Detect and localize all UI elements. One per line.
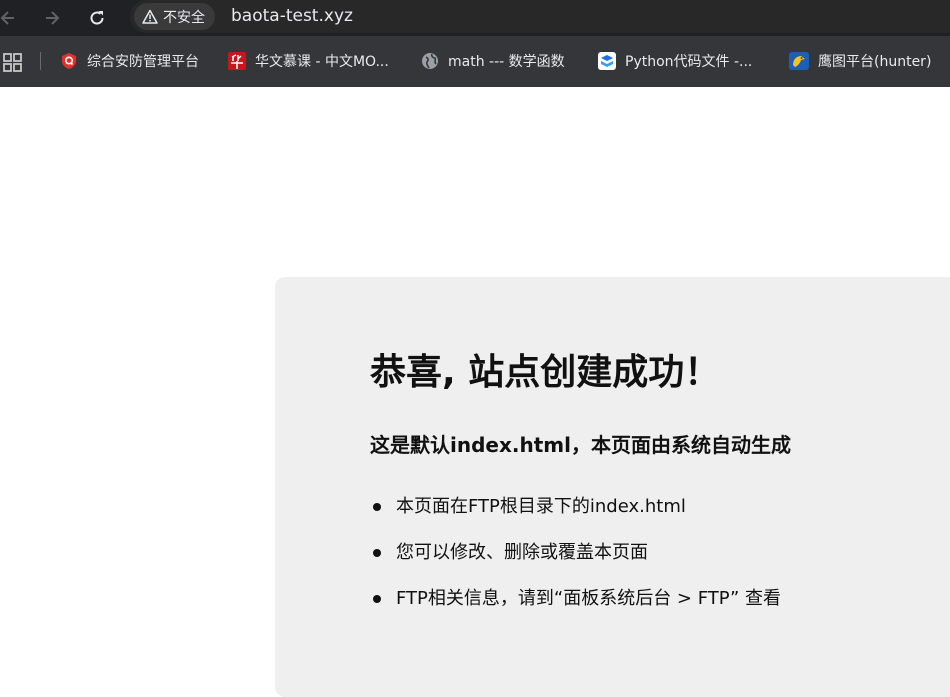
globe-icon <box>421 52 439 70</box>
content-card <box>275 277 950 697</box>
bookmark-label: 鹰图平台(hunter) <box>818 54 932 70</box>
security-label: 不安全 <box>163 9 205 26</box>
huawen-mooc-icon <box>228 52 246 70</box>
bookmark-math[interactable]: math --- 数学函数 <box>421 49 565 73</box>
bullet-icon <box>373 503 381 511</box>
bookmark-label: 华文慕课 - 中文MO... <box>255 54 389 70</box>
forward-arrow-icon <box>46 11 60 25</box>
reload-button[interactable] <box>83 4 111 32</box>
browser-toolbar: 不安全 baota-test.xyz <box>0 0 950 36</box>
bookmark-huawen-mooc[interactable]: 华文慕课 - 中文MO... <box>228 49 389 73</box>
bookmark-python-doc[interactable]: Python代码文件 -... <box>598 49 752 73</box>
security-chip[interactable]: 不安全 <box>134 3 215 30</box>
bookmark-label: math --- 数学函数 <box>448 54 565 70</box>
back-arrow-icon <box>0 11 14 25</box>
bullet-icon <box>373 549 381 557</box>
page-subtitle: 这是默认index.html，本页面由系统自动生成 <box>370 433 791 457</box>
list-item-text: FTP相关信息，请到“面板系统后台 > FTP” 查看 <box>396 588 782 609</box>
list-item: 本页面在FTP根目录下的index.html <box>370 492 781 538</box>
page-title: 恭喜, 站点创建成功！ <box>370 352 721 393</box>
address-bar[interactable]: 不安全 baota-test.xyz <box>130 0 950 33</box>
bookmarks-bar: 综合安防管理平台 华文慕课 - 中文MO... math --- 数学函数 Py… <box>0 36 950 87</box>
bookmarks-divider <box>40 52 41 70</box>
back-button[interactable] <box>0 4 22 32</box>
warning-icon <box>142 9 158 25</box>
reload-icon <box>90 11 104 25</box>
bookmark-hunter[interactable]: 鹰图平台(hunter) <box>789 49 931 73</box>
hunter-platform-icon <box>789 51 809 71</box>
info-list: 本页面在FTP根目录下的index.html 您可以修改、删除或覆盖本页面 FT… <box>370 492 781 630</box>
list-item-text: 您可以修改、删除或覆盖本页面 <box>396 542 648 563</box>
security-platform-icon <box>60 52 78 70</box>
bullet-icon <box>373 595 381 603</box>
python-doc-icon <box>598 52 616 70</box>
url-text[interactable]: baota-test.xyz <box>231 6 353 26</box>
bookmark-label: 综合安防管理平台 <box>87 54 199 70</box>
list-item-text: 本页面在FTP根目录下的index.html <box>396 496 686 517</box>
list-item: FTP相关信息，请到“面板系统后台 > FTP” 查看 <box>370 584 781 630</box>
bookmark-label: Python代码文件 -... <box>625 54 753 70</box>
list-item: 您可以修改、删除或覆盖本页面 <box>370 538 781 584</box>
forward-button[interactable] <box>38 4 66 32</box>
bookmark-security-platform[interactable]: 综合安防管理平台 <box>60 49 199 73</box>
apps-icon[interactable] <box>2 51 24 73</box>
